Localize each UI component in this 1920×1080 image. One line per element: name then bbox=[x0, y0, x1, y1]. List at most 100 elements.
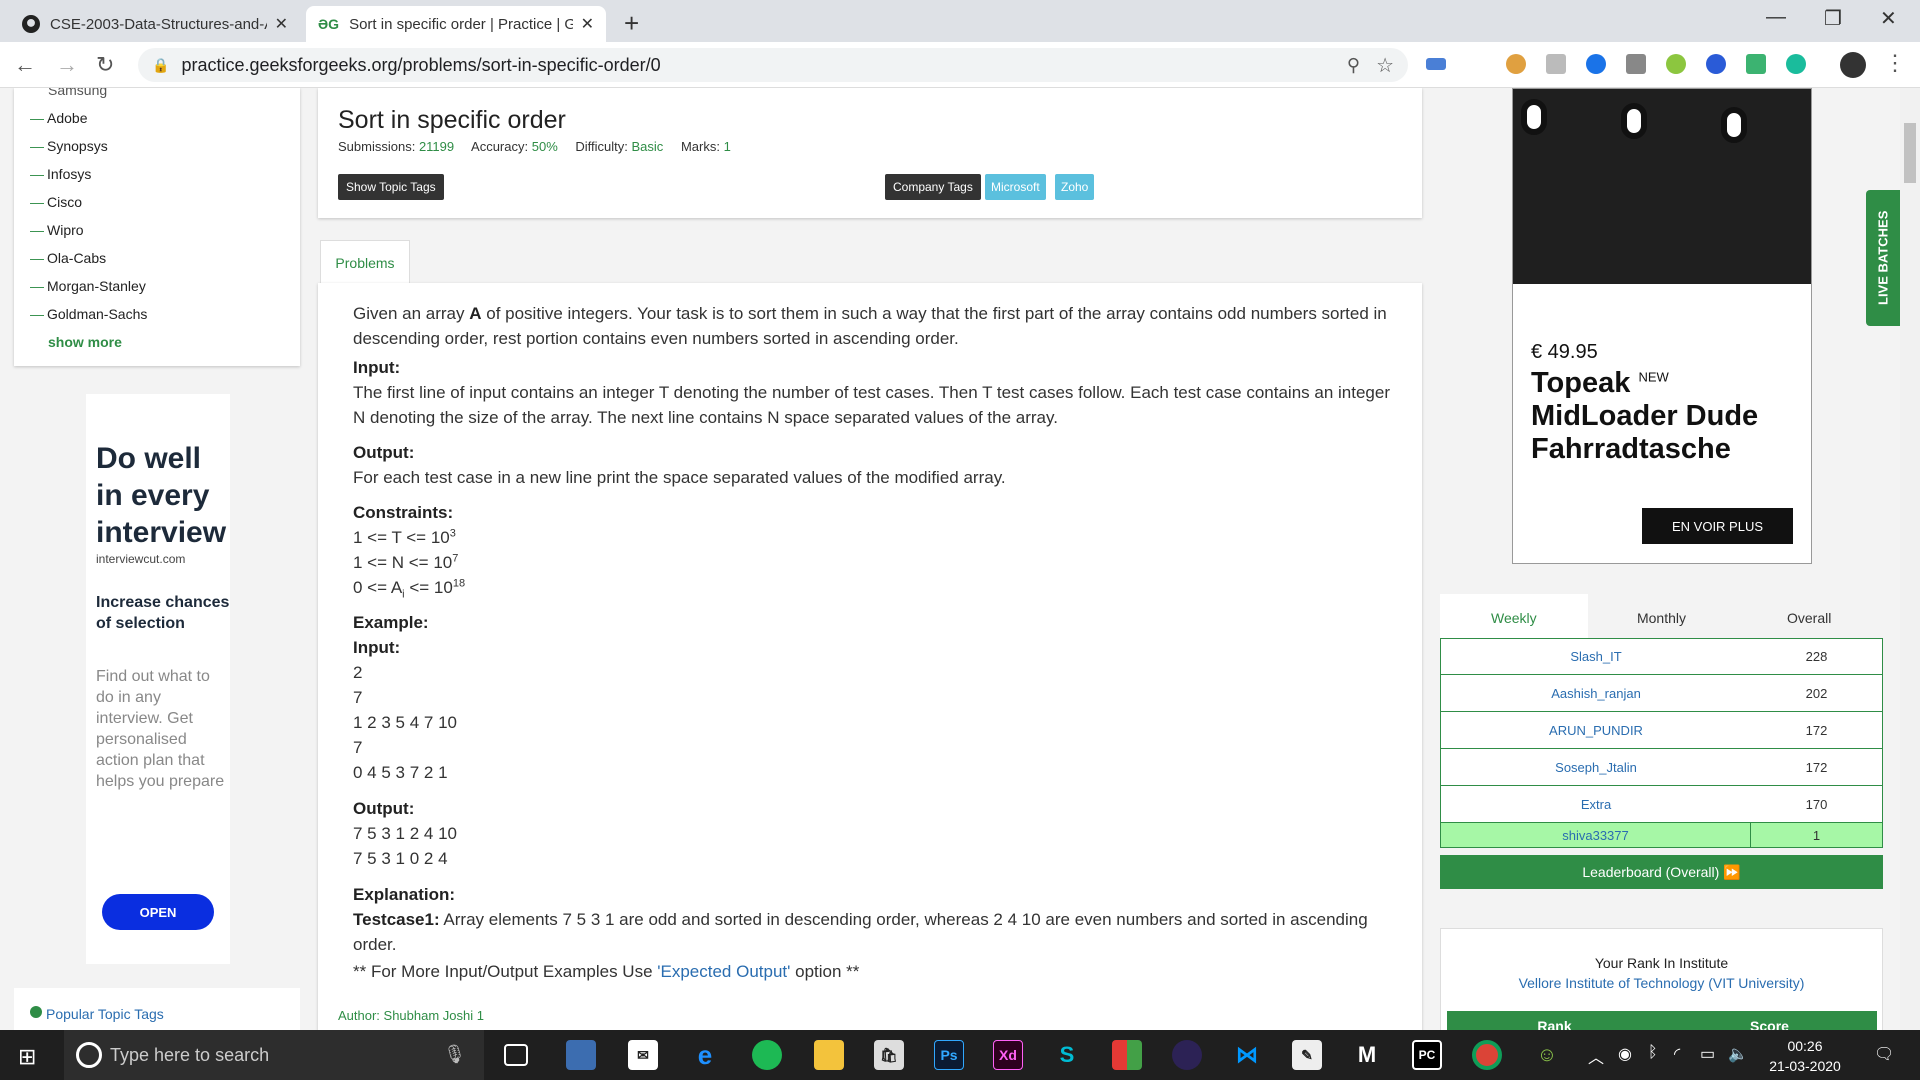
extension-icon[interactable] bbox=[1786, 54, 1806, 74]
bluetooth-icon[interactable]: ᛒ bbox=[1648, 1044, 1658, 1062]
company-item[interactable]: — Adobe bbox=[30, 110, 87, 126]
score-col: Score bbox=[1750, 1018, 1789, 1030]
shield-icon[interactable] bbox=[1586, 54, 1606, 74]
topeak-ad[interactable]: € 49.95 Topeak NEW MidLoader Dude Fahrrad… bbox=[1512, 88, 1812, 564]
restore-icon[interactable]: ❐ bbox=[1824, 6, 1842, 31]
extension-icon[interactable] bbox=[1546, 54, 1566, 74]
camera-icon[interactable] bbox=[1626, 54, 1646, 74]
user-link[interactable]: ARUN_PUNDIR bbox=[1441, 723, 1751, 738]
company-item[interactable]: Samsung bbox=[48, 88, 107, 98]
example-output-line: 7 5 3 1 0 2 4 bbox=[353, 849, 448, 868]
company-item[interactable]: — Wipro bbox=[30, 222, 84, 238]
user-link[interactable]: Soseph_Jtalin bbox=[1441, 760, 1751, 775]
example-input-line: 7 bbox=[353, 738, 363, 757]
close-window-icon[interactable]: ✕ bbox=[1880, 6, 1897, 31]
spotify-icon[interactable] bbox=[752, 1040, 782, 1070]
scrollbar[interactable] bbox=[1900, 88, 1920, 1030]
reload-icon[interactable]: ↻ bbox=[96, 52, 114, 78]
tab-problems[interactable]: Problems bbox=[320, 240, 410, 284]
ad-open-button[interactable]: OPEN bbox=[102, 894, 214, 930]
chrome-icon[interactable] bbox=[1472, 1040, 1502, 1070]
taskbar-search[interactable]: Type here to search 🎙 bbox=[64, 1030, 484, 1080]
tab-gfg[interactable]: ƏG Sort in specific order | Practice | G… bbox=[306, 6, 606, 42]
battery-icon[interactable]: ▭ bbox=[1700, 1044, 1715, 1064]
close-icon[interactable]: ✕ bbox=[275, 14, 288, 34]
extension-icon[interactable] bbox=[1666, 54, 1686, 74]
tab-monthly[interactable]: Monthly bbox=[1588, 594, 1736, 642]
sublime-icon[interactable]: S bbox=[1052, 1040, 1082, 1070]
store-icon[interactable]: 🛍 bbox=[874, 1040, 904, 1070]
author[interactable]: Author: Shubham Joshi 1 bbox=[338, 1003, 484, 1028]
xd-icon[interactable]: Xd bbox=[993, 1040, 1023, 1070]
url-field[interactable]: 🔒 practice.geeksforgeeks.org/problems/so… bbox=[138, 48, 1408, 82]
scrollbar-thumb[interactable] bbox=[1904, 123, 1916, 183]
user-link[interactable]: Aashish_ranjan bbox=[1441, 686, 1751, 701]
record-icon[interactable]: ◉ bbox=[1618, 1044, 1632, 1064]
extension-icon[interactable] bbox=[1506, 54, 1526, 74]
m-app-icon[interactable]: M bbox=[1352, 1040, 1382, 1070]
rank-header: Rank Score bbox=[1447, 1011, 1877, 1030]
photoshop-icon[interactable]: Ps bbox=[934, 1040, 964, 1070]
gfg-icon: ƏG bbox=[318, 16, 340, 32]
edge-icon[interactable]: e bbox=[690, 1040, 720, 1070]
tab-github[interactable]: CSE-2003-Data-Structures-and-A ✕ bbox=[10, 6, 300, 42]
zoom-icon[interactable]: ⚲ bbox=[1347, 55, 1360, 76]
live-batches-tab[interactable]: LIVE BATCHES bbox=[1866, 190, 1900, 326]
tab-weekly[interactable]: Weekly bbox=[1440, 594, 1588, 642]
wifi-icon[interactable]: ◜ bbox=[1674, 1044, 1680, 1064]
forward-icon[interactable]: → bbox=[56, 52, 78, 78]
virtualbox-icon[interactable] bbox=[566, 1040, 596, 1070]
menu-icon[interactable]: ⋮ bbox=[1884, 50, 1906, 76]
file-explorer-icon[interactable] bbox=[814, 1040, 844, 1070]
user-link[interactable]: Extra bbox=[1441, 797, 1751, 812]
user-link[interactable]: Slash_IT bbox=[1441, 649, 1751, 664]
score: 228 bbox=[1805, 649, 1828, 664]
app-icon[interactable] bbox=[1112, 1040, 1142, 1070]
institute-link[interactable]: Vellore Institute of Technology (VIT Uni… bbox=[1441, 975, 1882, 991]
popular-topic-tags[interactable]: Popular Topic Tags bbox=[14, 988, 300, 1030]
company-tag-zoho[interactable]: Zoho bbox=[1055, 174, 1095, 200]
notifications-icon[interactable]: 🗨 bbox=[1874, 1044, 1894, 1064]
company-item[interactable]: — Synopsys bbox=[30, 138, 108, 154]
mail-icon[interactable]: ✉ bbox=[628, 1040, 658, 1070]
document-icon[interactable]: ✎ bbox=[1292, 1040, 1322, 1070]
tab-overall[interactable]: Overall bbox=[1735, 594, 1883, 642]
shield-icon[interactable] bbox=[1706, 54, 1726, 74]
mic-icon[interactable]: 🎙 bbox=[443, 1044, 466, 1065]
popular-topic-tags-label: Popular Topic Tags bbox=[46, 1006, 164, 1022]
interview-ad[interactable]: Do well in every interview interviewcut.… bbox=[86, 394, 230, 964]
leaderboard-overall-button[interactable]: Leaderboard (Overall) ⏩ bbox=[1440, 855, 1883, 889]
back-icon[interactable]: ← bbox=[14, 52, 36, 78]
vscode-icon[interactable]: ⋈ bbox=[1232, 1040, 1262, 1070]
translate-icon[interactable] bbox=[1746, 54, 1766, 74]
constraint-n: 1 <= N <= 107 bbox=[353, 552, 459, 572]
avatar[interactable] bbox=[1840, 52, 1866, 78]
company-tag-microsoft[interactable]: Microsoft bbox=[985, 174, 1046, 200]
company-item[interactable]: — Goldman-Sachs bbox=[30, 306, 147, 322]
company-item[interactable]: — Ola-Cabs bbox=[30, 250, 106, 266]
volume-icon[interactable]: 🔈 bbox=[1728, 1044, 1748, 1064]
eclipse-icon[interactable] bbox=[1172, 1040, 1202, 1070]
extension-icon[interactable] bbox=[1426, 58, 1446, 70]
company-item[interactable]: — Infosys bbox=[30, 166, 91, 182]
expected-output-link[interactable]: 'Expected Output' bbox=[657, 962, 790, 981]
new-tab-button[interactable]: + bbox=[624, 8, 639, 39]
close-icon[interactable]: ✕ bbox=[581, 14, 594, 34]
task-view-icon[interactable] bbox=[504, 1044, 528, 1066]
minimize-icon[interactable]: — bbox=[1766, 6, 1786, 29]
show-topic-tags-button[interactable]: Show Topic Tags bbox=[338, 174, 444, 200]
windows-start-icon[interactable]: ⊞ bbox=[18, 1044, 36, 1070]
android-icon[interactable]: ☺ bbox=[1532, 1040, 1562, 1070]
show-more-link[interactable]: show more bbox=[48, 334, 122, 350]
bookmark-star-icon[interactable]: ☆ bbox=[1376, 53, 1394, 78]
pycharm-icon[interactable]: PC bbox=[1412, 1040, 1442, 1070]
company-item[interactable]: — Morgan-Stanley bbox=[30, 278, 146, 294]
company-item[interactable]: — Cisco bbox=[30, 194, 82, 210]
user-link[interactable]: shiva33377 bbox=[1441, 823, 1751, 847]
accuracy-value: 50% bbox=[531, 139, 558, 154]
score: 1 bbox=[1812, 827, 1821, 843]
chevron-up-icon[interactable]: ︿ bbox=[1588, 1044, 1604, 1068]
system-clock[interactable]: 00:26 21-03-2020 bbox=[1760, 1036, 1850, 1076]
ad-description: Find out what to do in any interview. Ge… bbox=[96, 668, 225, 790]
ad-cta-button[interactable]: EN VOIR PLUS bbox=[1642, 508, 1793, 544]
